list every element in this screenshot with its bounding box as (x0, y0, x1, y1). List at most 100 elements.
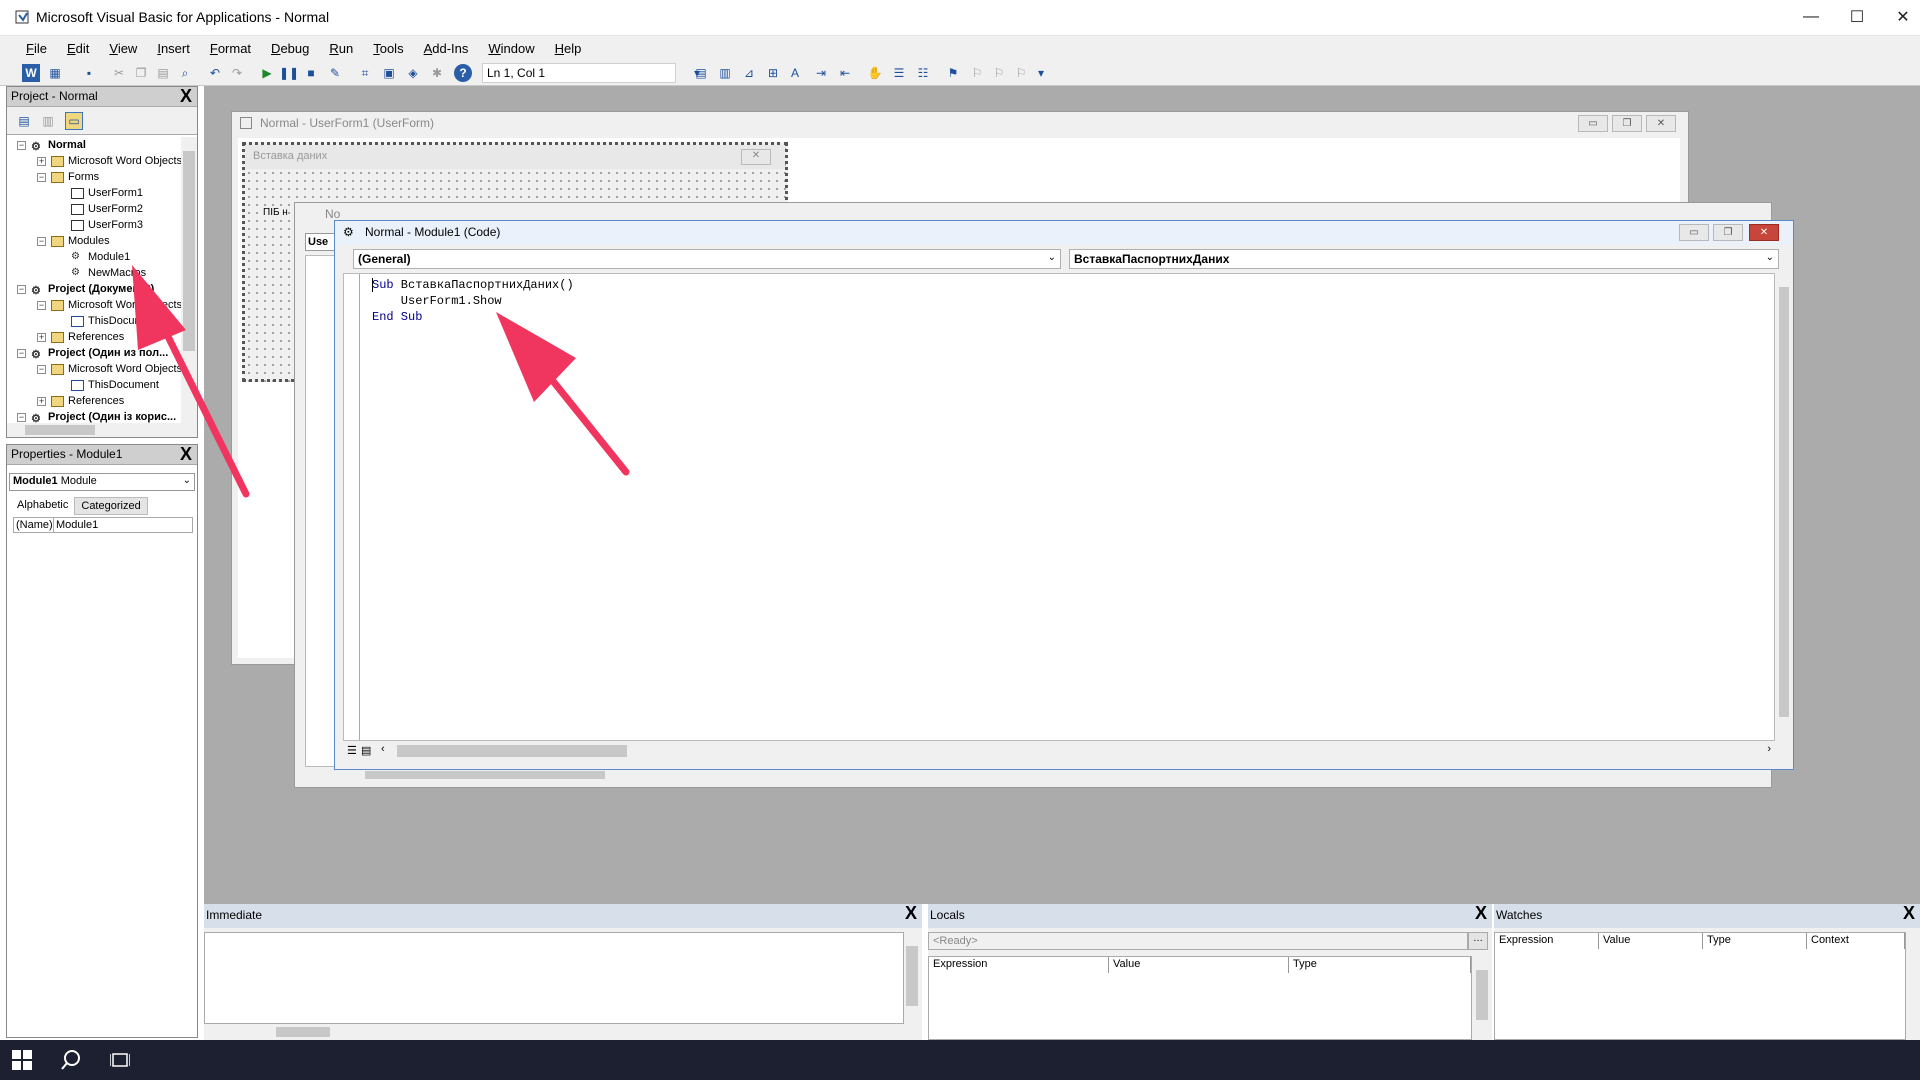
watches-vscroll[interactable] (1906, 932, 1920, 1040)
immediate-close-button[interactable]: X (902, 904, 920, 923)
toggle-folders-icon[interactable]: ▭ (65, 112, 83, 130)
project-pane-close-button[interactable]: X (177, 87, 195, 106)
object-browser-icon[interactable]: ◈ (404, 64, 422, 82)
userform-close-button[interactable]: ✕ (1646, 115, 1676, 132)
windows-start-icon[interactable] (12, 1050, 32, 1070)
locals-col-expression[interactable]: Expression (929, 957, 1109, 973)
close-button[interactable]: ✕ (1880, 0, 1920, 34)
scroll-right-icon[interactable]: › (1767, 743, 1771, 755)
menu-tools[interactable]: Tools (373, 41, 403, 56)
minimize-button[interactable]: — (1788, 0, 1834, 34)
menu-add-ins[interactable]: Add-Ins (424, 41, 469, 56)
tree-node-word-objects-3[interactable]: Microsoft Word Objects (51, 361, 181, 377)
menu-debug[interactable]: Debug (271, 41, 309, 56)
locals-col-type[interactable]: Type (1289, 957, 1471, 973)
list-properties-icon[interactable]: ▤ (692, 64, 710, 82)
locals-grid[interactable]: Expression Value Type (928, 956, 1472, 1040)
menu-edit[interactable]: Edit (67, 41, 89, 56)
tree-node-newmacros[interactable]: ⚙ NewMacros (71, 265, 146, 281)
menu-help[interactable]: Help (555, 41, 582, 56)
code-close-button[interactable]: ✕ (1749, 224, 1779, 241)
complete-word-icon[interactable]: A (786, 64, 804, 82)
procedure-view-icon[interactable]: ☰ (347, 744, 357, 757)
project-tree-vscroll[interactable] (181, 137, 197, 427)
watches-grid[interactable]: Expression Value Type Context (1494, 932, 1906, 1040)
userform-restore-button[interactable]: ❐ (1612, 115, 1642, 132)
code-hscroll[interactable]: ☰ ▤ ‹ › (343, 743, 1775, 759)
menu-file[interactable]: File (26, 41, 47, 56)
properties-pane-close-button[interactable]: X (177, 445, 195, 464)
tree-node-references[interactable]: References (51, 329, 124, 345)
outdent-icon[interactable]: ⇤ (836, 64, 854, 82)
next-bookmark-icon[interactable]: ⚐ (968, 64, 986, 82)
search-icon[interactable] (60, 1048, 84, 1072)
task-view-icon[interactable] (109, 1050, 131, 1070)
full-module-view-icon[interactable]: ▤ (361, 744, 371, 757)
properties-icon[interactable]: ▣ (380, 64, 398, 82)
locals-vscroll[interactable] (1474, 956, 1490, 1040)
immediate-hscroll[interactable] (204, 1024, 904, 1040)
insert-userform-icon[interactable]: ▦ (46, 64, 64, 82)
redo-icon[interactable]: ↷ (228, 64, 246, 82)
view-object-icon[interactable]: ▥ (39, 112, 57, 130)
property-name-value[interactable]: Module1 (54, 518, 100, 532)
tree-node-userform3[interactable]: UserForm3 (71, 217, 143, 233)
project-explorer-icon[interactable]: ⌗ (356, 64, 374, 82)
tree-node-project-doc2[interactable]: ⚙ Project (Документ2) (31, 281, 154, 297)
menu-insert[interactable]: Insert (157, 41, 190, 56)
property-row-name[interactable]: (Name) Module1 (13, 517, 193, 533)
code-line-1[interactable]: Sub ВставкаПаспортнихДаних() (372, 278, 574, 292)
list-constants-icon[interactable]: ▥ (716, 64, 734, 82)
run-icon[interactable]: ▶ (258, 64, 276, 82)
comment-block-icon[interactable]: ☰ (890, 64, 908, 82)
tree-node-thisdocument[interactable]: ThisDocument (71, 313, 159, 329)
background-window-combo[interactable]: Use (305, 233, 335, 251)
tree-node-thisdocument-2[interactable]: ThisDocument (71, 377, 159, 393)
code-window[interactable]: ⚙ Normal - Module1 (Code) ▭ ❐ ✕ (General… (334, 220, 1794, 770)
tree-node-references-2[interactable]: References (51, 393, 124, 409)
code-minimize-button[interactable]: ▭ (1679, 224, 1709, 241)
uncomment-block-icon[interactable]: ☷ (914, 64, 932, 82)
copy-icon[interactable]: ❐ (132, 64, 150, 82)
tree-node-word-objects[interactable]: Microsoft Word Objects (51, 153, 181, 169)
menu-format[interactable]: Format (210, 41, 251, 56)
paste-icon[interactable]: ▤ (154, 64, 172, 82)
immediate-vscroll[interactable] (904, 932, 920, 1024)
toolbar-options-icon[interactable]: ▾ (1032, 64, 1050, 82)
code-editor[interactable]: Sub ВставкаПаспортнихДаних() UserForm1.S… (343, 273, 1775, 741)
tree-node-userform2[interactable]: UserForm2 (71, 201, 143, 217)
project-tree-hscroll[interactable] (7, 423, 197, 437)
tree-node-project-3[interactable]: ⚙ Project (Один из пол... (31, 345, 168, 361)
code-restore-button[interactable]: ❐ (1713, 224, 1743, 241)
quick-info-icon[interactable]: ⊿ (740, 64, 758, 82)
tree-node-forms[interactable]: Forms (51, 169, 99, 185)
menu-run[interactable]: Run (329, 41, 353, 56)
indent-icon[interactable]: ⇥ (812, 64, 830, 82)
view-code-icon[interactable]: ▤ (15, 112, 33, 130)
properties-object-select[interactable]: Module1 Module ⌄ (9, 473, 195, 491)
maximize-button[interactable]: ☐ (1834, 0, 1880, 34)
form-label-pib[interactable]: ПІБ н (263, 207, 288, 218)
tree-node-module1[interactable]: ⚙ Module1 (71, 249, 131, 265)
watches-close-button[interactable]: X (1900, 904, 1918, 923)
previous-bookmark-icon[interactable]: ⚐ (990, 64, 1008, 82)
tree-node-modules[interactable]: Modules (51, 233, 110, 249)
help-icon[interactable]: ? (454, 64, 472, 82)
word-icon[interactable]: W (22, 64, 40, 82)
toggle-bookmark-icon[interactable]: ⚑ (944, 64, 962, 82)
menu-window[interactable]: Window (488, 41, 534, 56)
watches-col-type[interactable]: Type (1703, 933, 1807, 949)
menu-view[interactable]: View (109, 41, 137, 56)
reset-icon[interactable]: ■ (302, 64, 320, 82)
object-combo[interactable]: (General) ⌄ (353, 249, 1061, 269)
code-line-2[interactable]: UserForm1.Show (372, 294, 502, 308)
find-icon[interactable]: ⌕ (176, 64, 194, 82)
clear-bookmarks-icon[interactable]: ⚐ (1012, 64, 1030, 82)
tree-node-word-objects-2[interactable]: Microsoft Word Objects (51, 297, 181, 313)
toolbox-icon[interactable]: ✱ (428, 64, 446, 82)
code-vscroll[interactable] (1777, 273, 1791, 741)
cut-icon[interactable]: ✂ (110, 64, 128, 82)
tree-node-normal[interactable]: ⚙ Normal (31, 137, 86, 153)
scroll-left-icon[interactable]: ‹ (381, 743, 385, 755)
watches-col-expression[interactable]: Expression (1495, 933, 1599, 949)
